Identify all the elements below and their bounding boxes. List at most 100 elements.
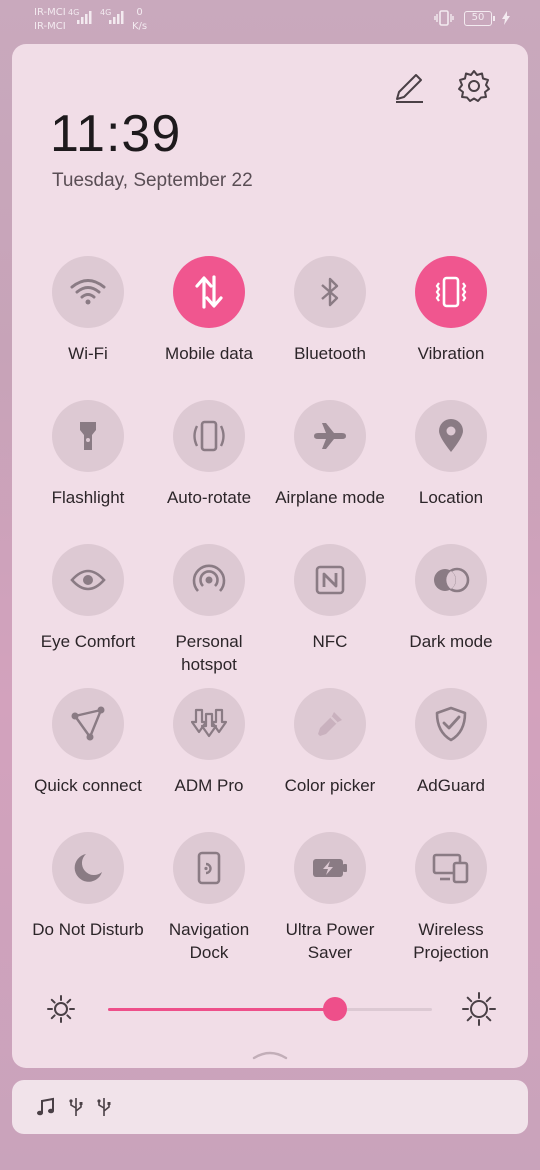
tile-adm-pro-button[interactable] xyxy=(173,688,245,760)
airplane-icon xyxy=(314,423,346,449)
wifi-icon xyxy=(70,279,106,305)
collapse-handle[interactable] xyxy=(252,1048,288,1060)
tile-ultra-power-saver[interactable]: Ultra Power Saver xyxy=(269,832,391,964)
tile-personal-hotspot-button[interactable] xyxy=(173,544,245,616)
navigation-dock-icon xyxy=(197,851,221,885)
battery-saver-icon xyxy=(313,859,347,877)
quick-settings-panel: 11:39 Tuesday, September 22 Wi-Fi Mobile… xyxy=(12,44,528,1068)
pencil-icon xyxy=(396,74,423,103)
tile-label: AdGuard xyxy=(416,776,486,795)
tile-label: Ultra Power Saver xyxy=(285,920,375,962)
music-note-icon xyxy=(37,1097,54,1116)
tile-auto-rotate[interactable]: Auto-rotate xyxy=(148,400,270,509)
tile-label: Personal hotspot xyxy=(175,632,243,674)
tile-label: Navigation Dock xyxy=(168,920,250,962)
tile-label: Airplane mode xyxy=(275,488,385,507)
tile-navigation-dock[interactable]: Navigation Dock xyxy=(148,832,270,964)
brightness-fill xyxy=(108,1008,335,1011)
brightness-track[interactable] xyxy=(108,997,432,1021)
tile-bluetooth-button[interactable] xyxy=(294,256,366,328)
notification-icons-bar[interactable] xyxy=(12,1080,528,1134)
tile-color-picker[interactable]: Color picker xyxy=(269,688,391,797)
moon-icon xyxy=(74,854,102,882)
tile-label: Auto-rotate xyxy=(166,488,252,507)
tile-wifi-button[interactable] xyxy=(52,256,124,328)
tile-label: Wi-Fi xyxy=(68,344,108,363)
clock-date[interactable]: Tuesday, September 22 xyxy=(52,170,253,192)
tile-adguard-button[interactable] xyxy=(415,688,487,760)
flashlight-icon xyxy=(80,422,96,450)
tile-label: Bluetooth xyxy=(294,344,366,363)
edit-button[interactable] xyxy=(392,70,426,104)
tile-label: Location xyxy=(418,488,484,507)
hotspot-icon xyxy=(192,564,226,592)
brightness-high-icon xyxy=(462,992,496,1026)
eye-icon xyxy=(70,569,106,591)
tile-do-not-disturb-button[interactable] xyxy=(52,832,124,904)
signal-icon xyxy=(77,11,92,24)
brightness-low-icon xyxy=(47,995,75,1023)
tile-dark-mode-button[interactable] xyxy=(415,544,487,616)
tile-nfc-button[interactable] xyxy=(294,544,366,616)
tile-label: Do Not Disturb xyxy=(32,920,144,939)
tile-label: Mobile data xyxy=(165,344,253,363)
auto-rotate-icon xyxy=(193,420,225,452)
settings-button[interactable] xyxy=(456,68,492,104)
adm-pro-icon xyxy=(191,708,227,738)
tile-flashlight[interactable]: Flashlight xyxy=(27,400,149,509)
tile-eye-comfort[interactable]: Eye Comfort xyxy=(27,544,149,653)
tile-location-button[interactable] xyxy=(415,400,487,472)
projection-icon xyxy=(432,853,469,884)
tile-adguard[interactable]: AdGuard xyxy=(390,688,512,797)
tile-vibration-button[interactable] xyxy=(415,256,487,328)
vibrate-status-icon xyxy=(434,10,454,26)
tile-label: Flashlight xyxy=(51,488,125,507)
tile-label: Quick connect xyxy=(34,776,142,795)
tile-label: ADM Pro xyxy=(174,776,244,795)
tile-quick-connect-button[interactable] xyxy=(52,688,124,760)
tile-quick-connect[interactable]: Quick connect xyxy=(27,688,149,797)
signal-icon xyxy=(109,11,124,24)
mobile-data-icon xyxy=(195,275,223,309)
adguard-icon xyxy=(435,706,467,742)
tile-label: Dark mode xyxy=(409,632,493,651)
tile-wireless-projection-button[interactable] xyxy=(415,832,487,904)
tile-label: Wireless Projection xyxy=(413,920,489,962)
tile-adm-pro[interactable]: ADM Pro xyxy=(148,688,270,797)
tile-navigation-dock-button[interactable] xyxy=(173,832,245,904)
tile-wifi[interactable]: Wi-Fi xyxy=(27,256,149,365)
network-speed: 0 K/s xyxy=(132,7,148,32)
tile-mobile-data[interactable]: Mobile data xyxy=(148,256,270,365)
battery-icon: 50 xyxy=(464,10,495,26)
bluetooth-icon xyxy=(321,277,339,307)
tile-dark-mode[interactable]: Dark mode xyxy=(390,544,512,653)
tile-label: Eye Comfort xyxy=(40,632,136,651)
quick-connect-icon xyxy=(71,706,105,741)
tile-flashlight-button[interactable] xyxy=(52,400,124,472)
brightness-thumb[interactable] xyxy=(322,997,347,1021)
tile-auto-rotate-button[interactable] xyxy=(173,400,245,472)
tile-mobile-data-button[interactable] xyxy=(173,256,245,328)
brightness-slider[interactable] xyxy=(46,992,496,1026)
tile-airplane-mode-button[interactable] xyxy=(294,400,366,472)
tile-eye-comfort-button[interactable] xyxy=(52,544,124,616)
clock-time[interactable]: 11:39 xyxy=(50,104,181,164)
tile-location[interactable]: Location xyxy=(390,400,512,509)
charging-icon xyxy=(502,11,510,25)
tile-personal-hotspot[interactable]: Personal hotspot xyxy=(148,544,270,676)
usb-icon xyxy=(97,1098,111,1116)
location-icon xyxy=(439,419,463,452)
tile-airplane-mode[interactable]: Airplane mode xyxy=(269,400,391,509)
tile-bluetooth[interactable]: Bluetooth xyxy=(269,256,391,365)
tile-label: Color picker xyxy=(284,776,376,795)
usb-icon xyxy=(69,1098,83,1116)
tile-color-picker-button[interactable] xyxy=(294,688,366,760)
tile-nfc[interactable]: NFC xyxy=(269,544,391,653)
tile-ultra-power-saver-button[interactable] xyxy=(294,832,366,904)
tile-wireless-projection[interactable]: Wireless Projection xyxy=(390,832,512,964)
tile-label: Vibration xyxy=(417,344,485,363)
tile-do-not-disturb[interactable]: Do Not Disturb xyxy=(27,832,149,941)
tile-vibration[interactable]: Vibration xyxy=(390,256,512,365)
vibration-icon xyxy=(435,276,467,308)
status-bar: IR-MCI IR-MCI 4G 4G 0 K/s 50 xyxy=(0,0,540,40)
